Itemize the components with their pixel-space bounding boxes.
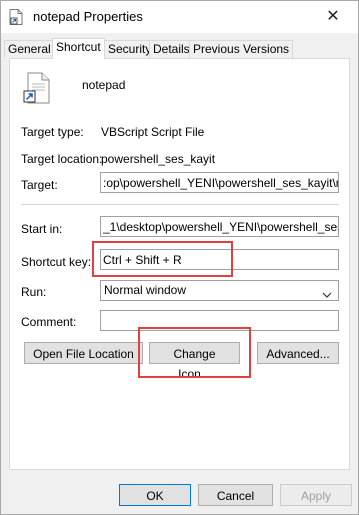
cancel-button[interactable]: Cancel — [198, 484, 273, 506]
close-icon[interactable]: ✕ — [318, 6, 348, 28]
apply-button[interactable]: Apply — [280, 484, 352, 506]
run-label: Run: — [21, 285, 47, 299]
ok-button[interactable]: OK — [119, 484, 191, 506]
target-label: Target: — [21, 178, 58, 192]
open-file-location-button[interactable]: Open File Location — [24, 342, 143, 364]
start-in-label: Start in: — [21, 222, 63, 236]
tab-security[interactable]: Security — [104, 40, 156, 58]
comment-label: Comment: — [21, 315, 77, 329]
run-select[interactable]: Normal window — [100, 280, 339, 301]
shortcut-file-name: notepad — [82, 78, 126, 92]
chevron-down-icon — [322, 286, 332, 298]
title-bar: notepad Properties ✕ — [1, 1, 358, 33]
target-location-value: powershell_ses_kayit — [101, 152, 216, 166]
start-in-field[interactable]: _1\desktop\powershell_YENI\powershell_se… — [100, 216, 339, 237]
tab-strip: General Shortcut Security Details Previo… — [1, 38, 358, 59]
properties-window: notepad Properties ✕ General Shortcut Se… — [0, 0, 359, 515]
target-type-value: VBScript Script File — [101, 125, 205, 139]
window-title: notepad Properties — [33, 9, 143, 24]
tab-shortcut[interactable]: Shortcut — [52, 38, 105, 59]
change-icon-highlight — [138, 327, 251, 378]
tab-general[interactable]: General — [4, 40, 55, 58]
tab-details[interactable]: Details — [149, 40, 194, 58]
script-file-shortcut-icon — [23, 72, 53, 104]
tab-previous-versions[interactable]: Previous Versions — [189, 40, 294, 58]
shortcut-key-highlight — [92, 241, 233, 277]
target-field[interactable]: :op\powershell_YENI\powershell_ses_kayit… — [100, 172, 339, 193]
divider — [21, 204, 339, 205]
run-select-value: Normal window — [104, 283, 187, 297]
file-shortcut-icon — [9, 9, 23, 25]
target-location-label: Target location: — [21, 152, 103, 166]
shortcut-key-label: Shortcut key: — [21, 255, 92, 269]
advanced-button[interactable]: Advanced... — [257, 342, 339, 364]
target-type-label: Target type: — [21, 125, 84, 139]
